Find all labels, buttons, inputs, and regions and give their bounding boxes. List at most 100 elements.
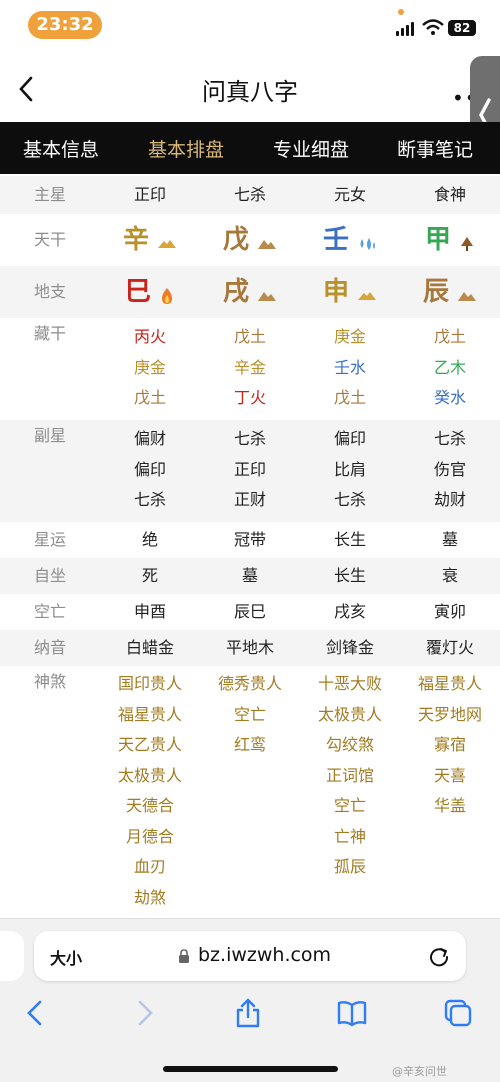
row-label: 副星 bbox=[33, 426, 66, 445]
row-label: 自坐 bbox=[33, 566, 66, 585]
hidden-stem: 庚金 bbox=[133, 357, 166, 377]
shensha-item[interactable]: 太极贵人 bbox=[100, 761, 200, 792]
cellular-signal-icon bbox=[396, 22, 416, 36]
secondary-star: 七杀 bbox=[333, 490, 366, 509]
star-fortune-cell: 绝 bbox=[141, 530, 158, 549]
mountain-icon bbox=[458, 291, 477, 301]
row-label: 藏干 bbox=[33, 324, 66, 343]
hidden-stem: 癸水 bbox=[433, 388, 466, 407]
self-seat-cell: 长生 bbox=[333, 566, 366, 585]
secondary-star: 七杀 bbox=[233, 429, 266, 448]
row-hidden-stems: 藏干 丙火 庚金 戊土 戊土 辛金 丁火 庚金 壬水 戊土 戊土 乙木 癸水 bbox=[0, 318, 500, 420]
shensha-item[interactable]: 空亡 bbox=[300, 791, 400, 822]
tabs-icon[interactable] bbox=[442, 997, 474, 1029]
shensha-item[interactable]: 红鸾 bbox=[200, 730, 300, 761]
shensha-item[interactable]: 亡神 bbox=[300, 822, 400, 853]
secondary-stars-cell: 偏印 比肩 七杀 bbox=[300, 424, 400, 516]
stem-cell: 戊 bbox=[200, 214, 300, 269]
water-drops-icon bbox=[360, 237, 376, 250]
hidden-stems-cell: 庚金 壬水 戊土 bbox=[300, 322, 400, 414]
hidden-stems-cell: 戊土 乙木 癸水 bbox=[400, 322, 500, 414]
secondary-stars-cell: 偏财 偏印 七杀 bbox=[100, 424, 200, 516]
hidden-stem: 戊土 bbox=[433, 327, 466, 346]
star-fortune-cell: 墓 bbox=[441, 530, 458, 549]
shensha-item[interactable]: 太极贵人 bbox=[300, 700, 400, 731]
shensha-item[interactable]: 国印贵人 bbox=[100, 669, 200, 700]
nayin-cell: 白蜡金 bbox=[125, 638, 174, 657]
hidden-stem: 辛金 bbox=[233, 357, 266, 377]
shensha-item[interactable]: 天乙贵人 bbox=[100, 730, 200, 761]
branch-cell: 巳 bbox=[100, 266, 200, 321]
branch-char: 巳 bbox=[124, 277, 151, 307]
tab-pro-chart[interactable]: 专业细盘 bbox=[273, 135, 349, 162]
star-fortune-cell: 长生 bbox=[333, 530, 366, 549]
url-text: bz.iwzwh.com bbox=[198, 944, 332, 966]
shensha-item[interactable]: 孤辰 bbox=[300, 852, 400, 883]
shensha-item[interactable]: 正词馆 bbox=[300, 761, 400, 792]
stem-cell: 甲 bbox=[400, 214, 500, 269]
mountain-icon bbox=[258, 291, 277, 301]
self-seat-cell: 衰 bbox=[441, 566, 458, 585]
hidden-stem: 丙火 bbox=[133, 327, 166, 346]
self-seat-cell: 死 bbox=[141, 566, 158, 585]
browser-toolbar: 大小 bz.iwzwh.com @辛亥问世 bbox=[0, 919, 500, 1082]
row-earthly-branch: 地支 巳 戌 申 辰 bbox=[0, 266, 500, 318]
back-arrow-icon[interactable] bbox=[20, 997, 52, 1029]
shensha-item[interactable]: 劫煞 bbox=[100, 883, 200, 914]
secondary-star: 偏印 bbox=[333, 429, 366, 448]
shensha-item[interactable]: 血刃 bbox=[100, 852, 200, 883]
main-star-cell: 元女 bbox=[333, 185, 366, 204]
shensha-item[interactable]: 勾绞煞 bbox=[300, 730, 400, 761]
row-star-fortune: 星运 绝 冠带 长生 墓 bbox=[0, 522, 500, 558]
star-fortune-cell: 冠带 bbox=[233, 530, 266, 549]
stem-char: 戊 bbox=[222, 225, 249, 255]
tab-basic-info[interactable]: 基本信息 bbox=[23, 135, 99, 162]
branch-cell: 辰 bbox=[400, 266, 500, 321]
status-bar: 23:32 82 bbox=[0, 0, 500, 56]
secondary-star: 七杀 bbox=[433, 429, 466, 448]
shensha-cell: 福星贵人 天罗地网 寡宿 天喜 华盖 bbox=[400, 669, 500, 822]
tab-notes[interactable]: 断事笔记 bbox=[397, 135, 473, 162]
void-cell: 戌亥 bbox=[333, 602, 366, 621]
reload-icon[interactable] bbox=[428, 945, 450, 967]
hidden-stem: 戊土 bbox=[233, 327, 266, 346]
branch-cell: 戌 bbox=[200, 266, 300, 321]
shensha-item[interactable]: 天罗地网 bbox=[400, 700, 500, 731]
shensha-item[interactable]: 华盖 bbox=[400, 791, 500, 822]
gold-ingot-icon bbox=[358, 291, 377, 300]
shensha-item[interactable]: 福星贵人 bbox=[400, 669, 500, 700]
tab-basic-chart[interactable]: 基本排盘 bbox=[148, 135, 224, 162]
row-label: 天干 bbox=[33, 230, 66, 249]
secondary-star: 劫财 bbox=[433, 490, 466, 509]
status-time: 23:32 bbox=[28, 11, 102, 39]
wifi-icon bbox=[422, 19, 444, 35]
shensha-item[interactable]: 月德合 bbox=[100, 822, 200, 853]
battery-icon: 82 bbox=[448, 20, 476, 36]
row-label: 星运 bbox=[33, 530, 66, 549]
shensha-item[interactable]: 空亡 bbox=[200, 700, 300, 731]
hidden-stems-cell: 丙火 庚金 戊土 bbox=[100, 322, 200, 414]
hidden-stem: 乙木 bbox=[433, 357, 466, 377]
row-shensha: 神煞 国印贵人 福星贵人 天乙贵人 太极贵人 天德合 月德合 血刃 劫煞 德秀贵… bbox=[0, 666, 500, 916]
shensha-item[interactable]: 天德合 bbox=[100, 791, 200, 822]
forward-arrow-icon[interactable] bbox=[128, 997, 160, 1029]
nayin-cell: 剑锋金 bbox=[325, 638, 374, 657]
address-bar[interactable]: 大小 bz.iwzwh.com bbox=[34, 931, 466, 981]
shensha-item[interactable]: 寡宿 bbox=[400, 730, 500, 761]
shensha-cell: 德秀贵人 空亡 红鸾 bbox=[200, 669, 300, 761]
bookmarks-icon[interactable] bbox=[336, 997, 368, 1029]
shensha-item[interactable]: 福星贵人 bbox=[100, 700, 200, 731]
nayin-cell: 覆灯火 bbox=[425, 638, 474, 657]
text-size-button[interactable]: 大小 bbox=[50, 945, 82, 969]
shensha-item[interactable]: 十恶大败 bbox=[300, 669, 400, 700]
lock-icon bbox=[179, 949, 189, 963]
tree-icon bbox=[461, 236, 474, 251]
share-icon[interactable] bbox=[232, 997, 264, 1029]
secondary-star: 伤官 bbox=[433, 459, 466, 479]
shensha-item[interactable]: 德秀贵人 bbox=[200, 669, 300, 700]
row-label: 神煞 bbox=[33, 672, 66, 691]
previous-tab-card[interactable] bbox=[0, 931, 24, 981]
main-star-cell: 七杀 bbox=[233, 185, 266, 204]
void-cell: 寅卯 bbox=[433, 602, 466, 621]
shensha-item[interactable]: 天喜 bbox=[400, 761, 500, 792]
